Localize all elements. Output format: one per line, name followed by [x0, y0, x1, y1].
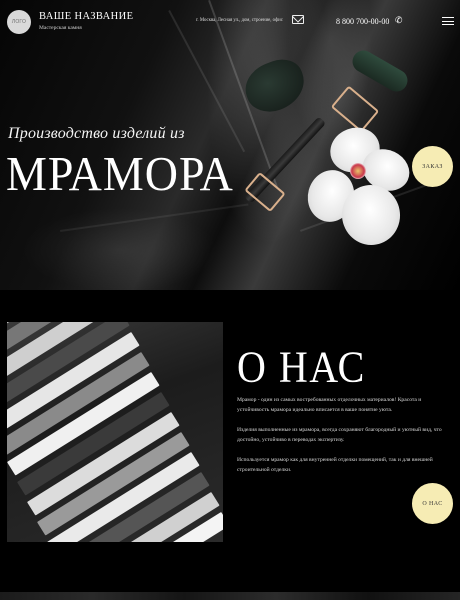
about-photo — [7, 322, 223, 542]
logo[interactable]: ЛОГО — [7, 10, 31, 34]
burger-menu-icon[interactable] — [442, 17, 454, 25]
about-paragraph: Используется мрамор как для внутренней о… — [237, 457, 433, 473]
marble-vein — [60, 203, 249, 232]
phone-number[interactable]: 8 800 700-00-00 — [336, 17, 389, 26]
brand-subtitle: Мастерская камня — [39, 25, 82, 31]
address: г. Москва, Лесная ул., дом, строение, оф… — [196, 18, 283, 23]
about-button[interactable]: О НАС — [412, 483, 453, 524]
brand-name[interactable]: ВАШЕ НАЗВАНИЕ — [39, 11, 133, 22]
roller-frame — [244, 171, 286, 213]
about-title: О НАС — [237, 341, 366, 392]
hero-subtitle: Производство изделий из — [8, 125, 185, 142]
hero-title: МРАМОРА — [6, 147, 234, 201]
orchid-center — [350, 163, 366, 179]
mail-icon[interactable] — [292, 15, 304, 24]
about-paragraph: Мрамор - один из самых востребованных от… — [237, 397, 422, 413]
next-section-preview — [0, 592, 460, 600]
roller-frame — [330, 85, 380, 133]
hero-section: ЛОГО ВАШЕ НАЗВАНИЕ Мастерская камня г. М… — [0, 0, 460, 290]
phone-icon[interactable]: ✆ — [395, 16, 403, 26]
order-button[interactable]: ЗАКАЗ — [412, 146, 453, 187]
roller-stone — [348, 46, 412, 96]
about-paragraph: Изделия выполненные из мрамора, всегда с… — [237, 427, 442, 443]
